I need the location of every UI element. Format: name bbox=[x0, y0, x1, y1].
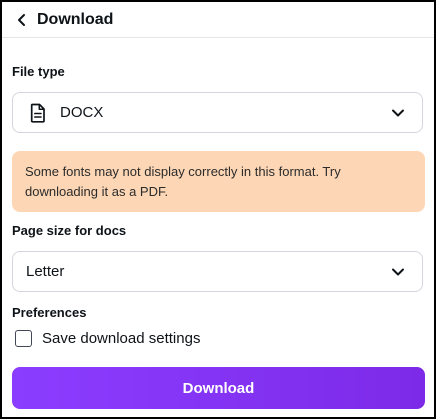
save-settings-checkbox[interactable] bbox=[15, 330, 32, 347]
page-size-label: Page size for docs bbox=[12, 223, 127, 238]
save-settings-option[interactable]: Save download settings bbox=[15, 330, 200, 347]
format-warning-text: Some fonts may not display correctly in … bbox=[25, 164, 341, 199]
panel-header: Download bbox=[2, 2, 434, 38]
chevron-down-icon bbox=[392, 268, 404, 276]
save-settings-label: Save download settings bbox=[42, 330, 201, 347]
file-type-select[interactable]: DOCX bbox=[12, 92, 423, 133]
download-panel: Download File type DOCX Some fonts may n… bbox=[0, 0, 436, 419]
panel-title: Download bbox=[37, 10, 114, 28]
file-type-value: DOCX bbox=[60, 104, 104, 121]
preferences-label: Preferences bbox=[12, 305, 87, 320]
page-size-select[interactable]: Letter bbox=[12, 251, 423, 292]
document-icon bbox=[30, 103, 45, 123]
download-button[interactable]: Download bbox=[12, 367, 425, 409]
chevron-left-icon bbox=[18, 13, 25, 26]
chevron-down-icon bbox=[392, 109, 404, 117]
format-warning: Some fonts may not display correctly in … bbox=[12, 151, 425, 212]
back-button[interactable] bbox=[8, 6, 36, 34]
file-type-label: File type bbox=[12, 64, 65, 79]
page-size-value: Letter bbox=[26, 263, 65, 280]
